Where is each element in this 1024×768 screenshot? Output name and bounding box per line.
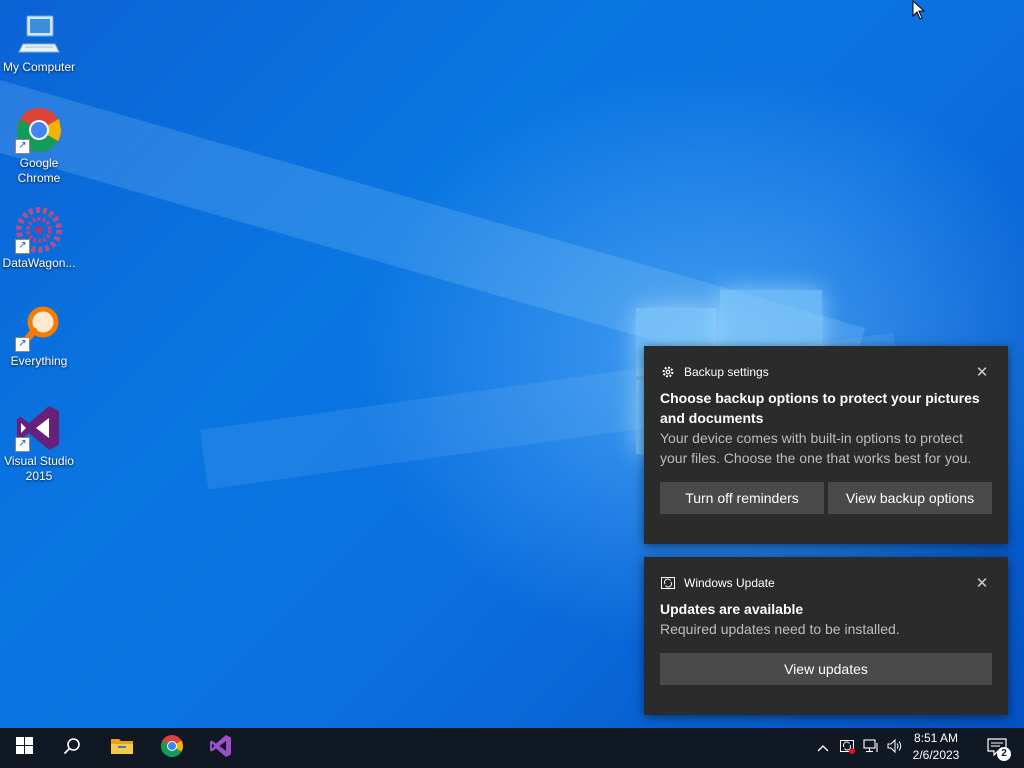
- computer-icon: [15, 10, 63, 58]
- chrome-icon: ↗: [15, 106, 63, 154]
- turn-off-reminders-button[interactable]: Turn off reminders: [660, 482, 824, 514]
- windows-update-icon: [660, 575, 676, 591]
- notification-count-badge: 2: [997, 747, 1011, 761]
- taskbar-visual-studio[interactable]: [197, 728, 245, 768]
- action-center-button[interactable]: 2: [978, 728, 1018, 768]
- show-hidden-icons-button[interactable]: [812, 728, 834, 768]
- start-icon: [15, 737, 33, 759]
- desktop-icon-everything[interactable]: ↗ Everything: [0, 304, 78, 369]
- desktop-icon-label: Google Chrome: [17, 156, 61, 185]
- visual-studio-icon: [209, 734, 233, 763]
- notification-windows-update[interactable]: Windows Update ✕ Updates are available R…: [644, 557, 1008, 715]
- everything-icon: ↗: [15, 304, 63, 352]
- shortcut-arrow-icon: ↗: [15, 337, 30, 352]
- desktop-icon-label: DataWagon...: [2, 256, 76, 270]
- desktop-icon-my-computer[interactable]: My Computer: [0, 10, 78, 75]
- desktop-icon-visual-studio[interactable]: ↗ Visual Studio 2015: [0, 404, 78, 484]
- view-updates-button[interactable]: View updates: [660, 653, 992, 685]
- shortcut-arrow-icon: ↗: [15, 437, 30, 452]
- datawagon-icon: ↗: [15, 206, 63, 254]
- mouse-cursor: [912, 0, 926, 25]
- gear-icon: [660, 364, 676, 380]
- desktop-icon-datawagon[interactable]: ↗ DataWagon...: [0, 206, 78, 271]
- tray-volume[interactable]: [884, 728, 906, 768]
- taskbar: 8:51 AM 2/6/2023 2: [0, 728, 1024, 768]
- clock-date: 2/6/2023: [912, 748, 960, 762]
- view-backup-options-button[interactable]: View backup options: [828, 482, 992, 514]
- clock-time: 8:51 AM: [913, 731, 959, 745]
- taskbar-file-explorer[interactable]: [98, 728, 146, 768]
- visual-studio-icon: ↗: [15, 404, 63, 452]
- notification-app-name: Windows Update: [684, 576, 775, 590]
- network-icon: [863, 738, 879, 759]
- speaker-icon: [887, 738, 903, 759]
- tray-windows-update[interactable]: [836, 728, 858, 768]
- file-explorer-icon: [110, 736, 134, 761]
- desktop-icon-google-chrome[interactable]: ↗ Google Chrome: [0, 106, 78, 186]
- notification-body: Your device comes with built-in options …: [660, 430, 972, 466]
- notification-body: Required updates need to be installed.: [660, 621, 900, 637]
- notification-title: Updates are available: [660, 601, 804, 617]
- notification-center-icon: 2: [987, 738, 1011, 761]
- notification-app-name: Backup settings: [684, 365, 769, 379]
- search-button[interactable]: [48, 728, 96, 768]
- clock[interactable]: 8:51 AM 2/6/2023: [904, 730, 968, 764]
- search-icon: [63, 737, 81, 760]
- notification-backup-settings[interactable]: Backup settings ✕ Choose backup options …: [644, 346, 1008, 544]
- taskbar-chrome[interactable]: [148, 728, 196, 768]
- chrome-icon: [160, 734, 184, 763]
- notification-title: Choose backup options to protect your pi…: [660, 390, 980, 426]
- start-button[interactable]: [0, 728, 48, 768]
- chevron-up-icon: [817, 739, 829, 757]
- shortcut-arrow-icon: ↗: [15, 239, 30, 254]
- shortcut-arrow-icon: ↗: [15, 139, 30, 154]
- desktop-icon-label: My Computer: [2, 60, 76, 74]
- desktop-icon-label: Everything: [10, 354, 68, 368]
- desktop-icon-label: Visual Studio 2015: [4, 454, 74, 483]
- close-icon[interactable]: ✕: [972, 573, 992, 593]
- tray-network[interactable]: [860, 728, 882, 768]
- close-icon[interactable]: ✕: [972, 362, 992, 382]
- windows-update-alert-icon: [839, 738, 855, 759]
